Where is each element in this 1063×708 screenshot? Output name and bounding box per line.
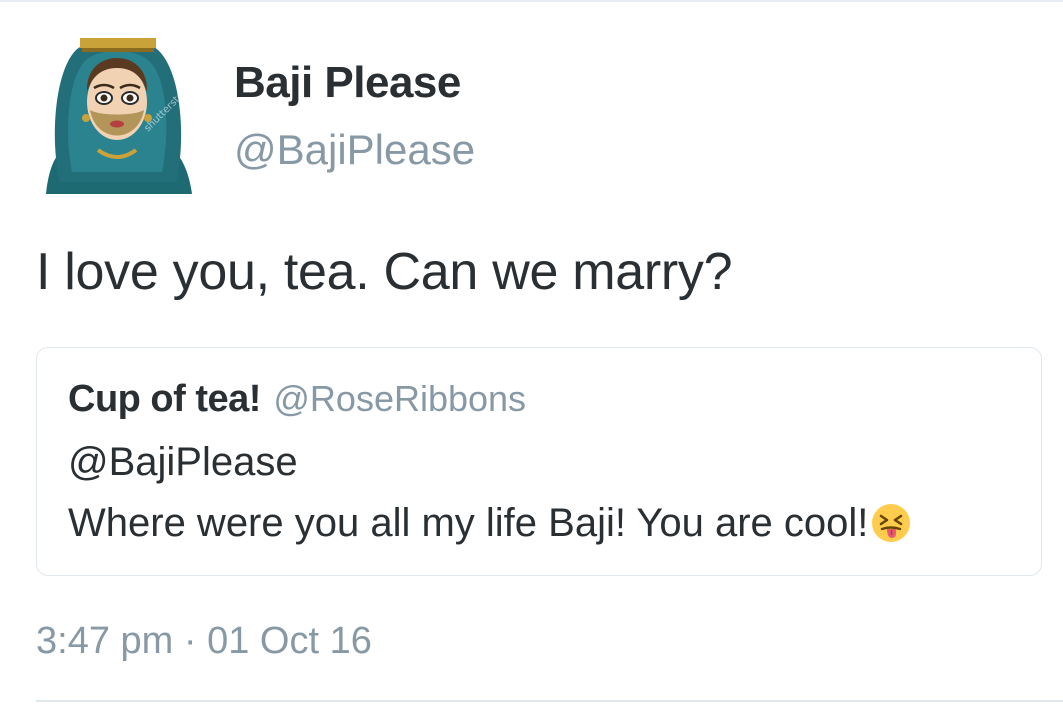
bottom-divider [36,700,1063,702]
quoted-mention[interactable]: @BajiPlease [68,440,298,485]
display-name[interactable]: Baji Please [234,58,461,108]
quoted-text-line: Where were you all my life Baji! You are… [68,501,912,546]
tweet-timestamp[interactable]: 3:47 pm · 01 Oct 16 [36,620,372,663]
avatar-hijab-woman-icon: shutterstock [36,32,198,194]
quoted-tweet-header: Cup of tea! @RoseRibbons [68,378,526,421]
avatar[interactable]: shutterstock [36,32,198,194]
quoted-user-handle: @RoseRibbons [273,378,527,419]
user-handle[interactable]: @BajiPlease [234,126,475,174]
quoted-text: Where were you all my life Baji! You are… [68,501,869,545]
tweet-text: I love you, tea. Can we marry? [36,243,733,301]
quoted-display-name: Cup of tea! [68,378,261,420]
quoted-tweet-card[interactable]: Cup of tea! @RoseRibbons @BajiPlease Whe… [36,347,1042,576]
confounded-tongue-face-emoji-icon [870,502,912,544]
tweet: shutterstock Baji Please @BajiPlease I l… [0,0,1063,708]
